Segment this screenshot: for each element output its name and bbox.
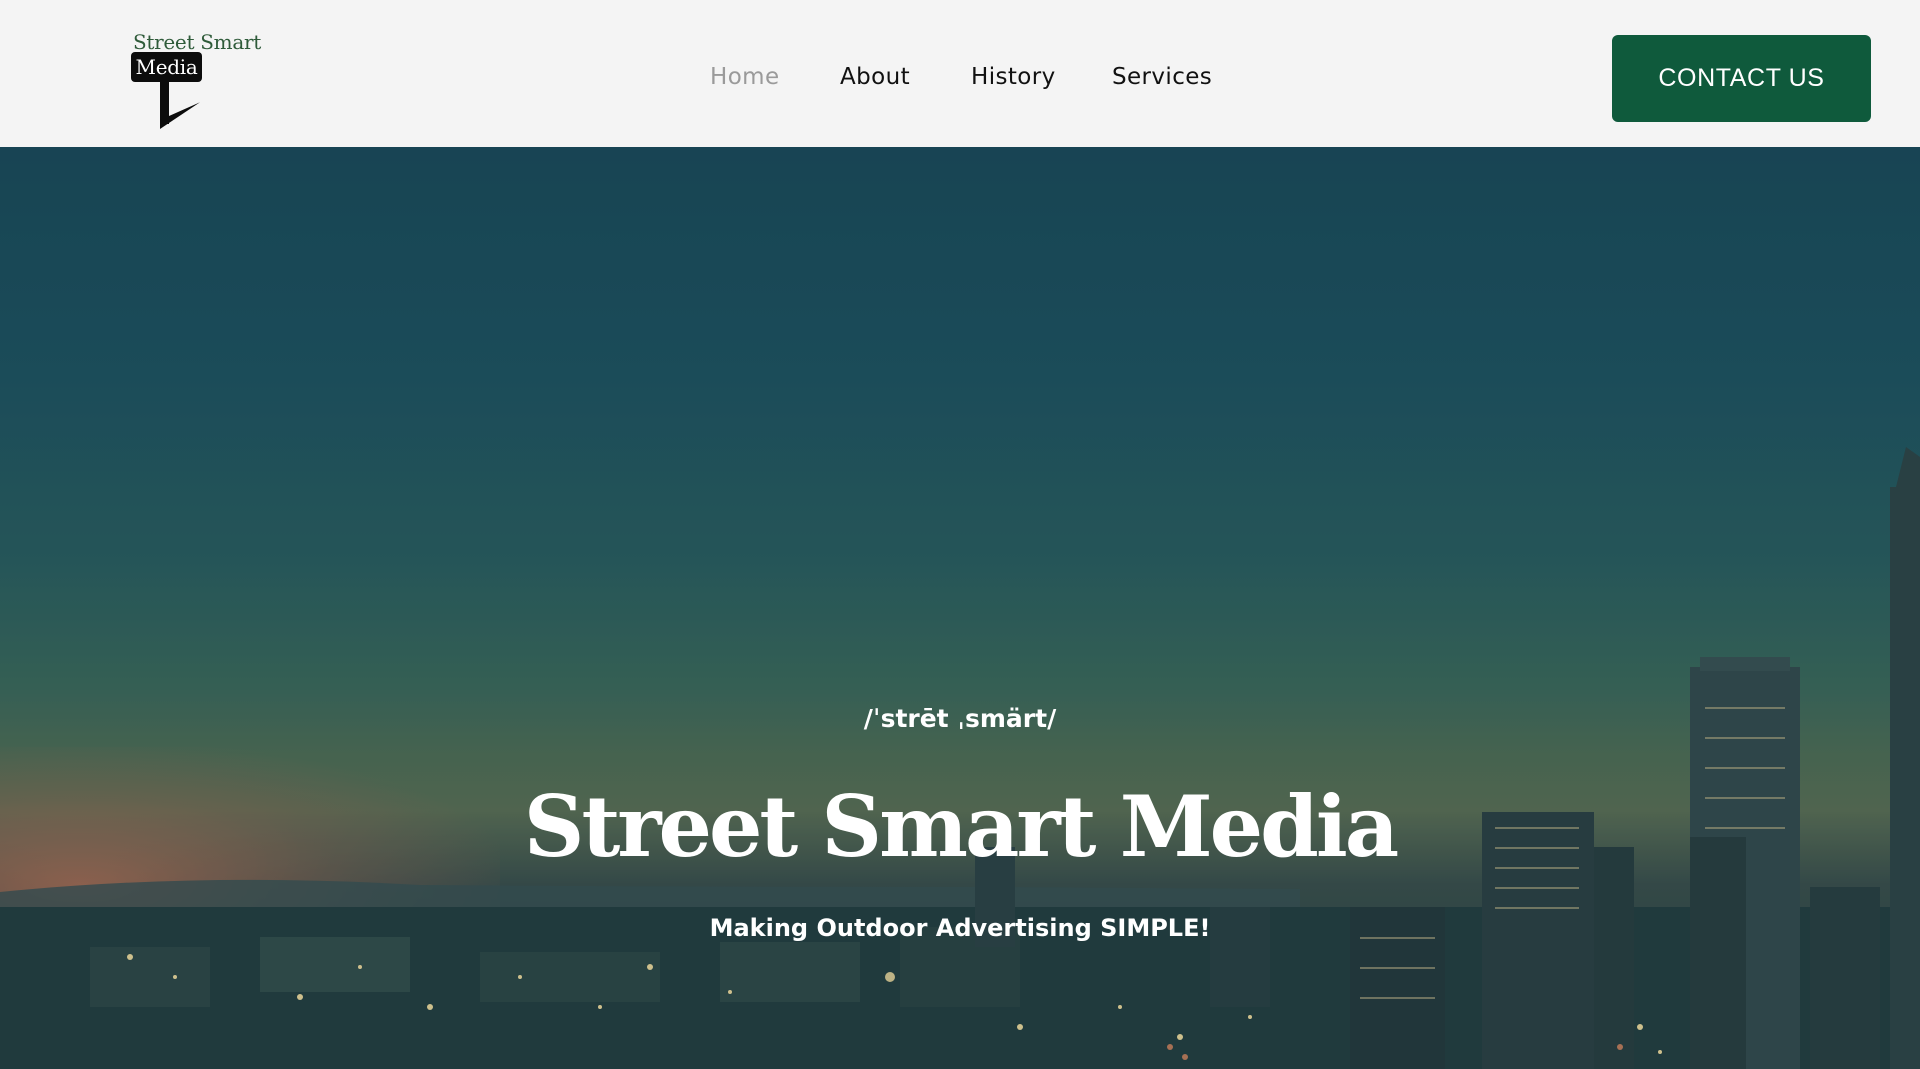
logo-text-top: Street Smart [133,30,261,54]
hero-title: Street Smart Media [523,777,1399,876]
pronunciation-text: /ˈstrēt ˌsmärt/ [863,704,1057,733]
nav-services[interactable]: Services [1112,64,1212,90]
hero-section: /ˈstrēt ˌsmärt/ Street Smart Media Makin… [0,147,1920,1069]
page: Street Smart Media Home About History Se… [0,0,1920,1069]
contact-us-button[interactable]: CONTACT US [1612,35,1871,122]
site-header: Street Smart Media Home About History Se… [0,0,1920,147]
nav-history[interactable]: History [971,64,1056,90]
hero-tagline: Making Outdoor Advertising SIMPLE! [709,914,1211,942]
nav-about[interactable]: About [840,64,910,90]
nav-home[interactable]: Home [710,64,780,90]
